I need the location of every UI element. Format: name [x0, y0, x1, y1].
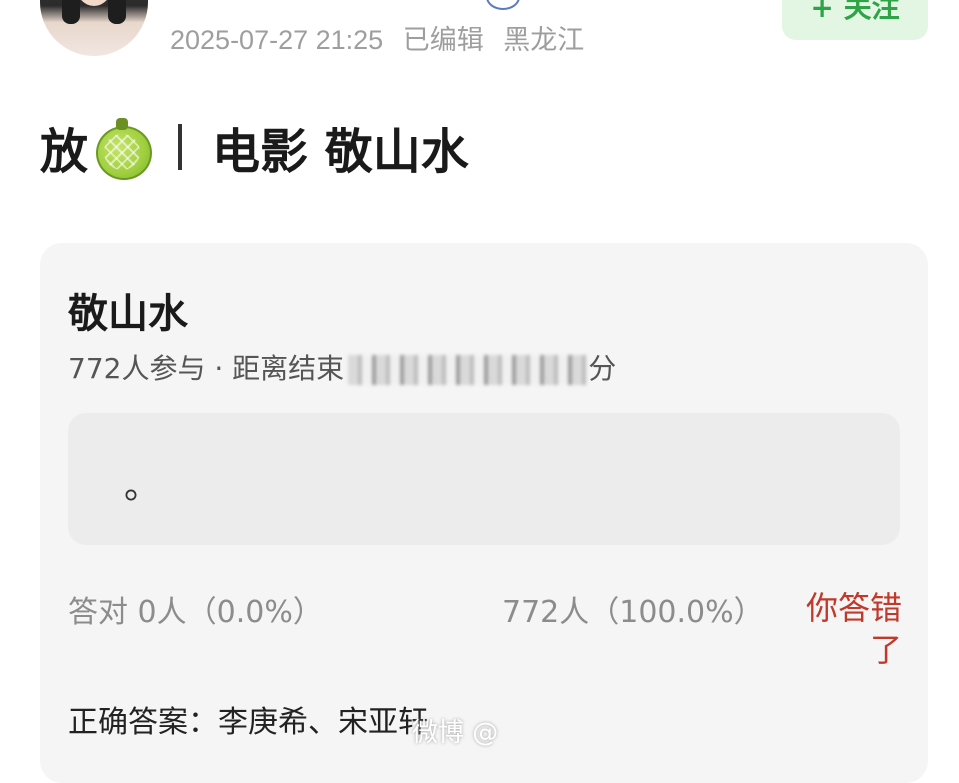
avatar-hair-right: [108, 0, 126, 24]
poll-separator: ·: [214, 352, 224, 385]
weibo-watermark: 微博 @: [412, 718, 499, 748]
avatar-face: [76, 0, 112, 6]
post-timestamp: 2025-07-27 21:25: [170, 25, 384, 55]
other-count: 772人（100.0%）: [502, 595, 764, 630]
poll-card: 敬山水 772人参与 · 距离结束 分 。 答对 0人（0.0%） 772人（10…: [40, 243, 928, 783]
post-location: 黑龙江: [503, 25, 585, 55]
headline-title: 电影 敬山水: [212, 124, 469, 180]
post-meta: 2025-07-27 21:25 已编辑 黑龙江: [170, 18, 596, 57]
melon-icon: [96, 118, 153, 180]
poll-ends-suffix: 分: [588, 352, 617, 385]
headline-prefix: 放: [40, 124, 89, 180]
correct-count: 答对 0人（0.0%）: [68, 595, 323, 630]
post-edited-label: 已编辑: [402, 25, 484, 55]
headline-divider: [178, 124, 183, 170]
mosaic-redaction: [348, 355, 589, 385]
poll-participants: 772人参与: [68, 352, 206, 385]
poll-option[interactable]: 。: [68, 413, 900, 545]
user-avatar[interactable]: [40, 0, 148, 56]
follow-button[interactable]: + 关注: [782, 0, 928, 40]
poll-ends-label: 距离结束: [232, 352, 345, 385]
poll-title: 敬山水: [68, 291, 188, 337]
result-status: 你答错了: [805, 589, 902, 669]
post-headline: 放 电影 敬山水: [40, 112, 469, 182]
correct-answer: 正确答案：李庚希、宋亚轩: [68, 705, 428, 740]
poll-subtitle: 772人参与 · 距离结束 分: [68, 347, 616, 387]
poll-option-text: 。: [124, 466, 161, 507]
avatar-hair-left: [62, 0, 80, 24]
verified-badge-icon: [486, 0, 520, 10]
